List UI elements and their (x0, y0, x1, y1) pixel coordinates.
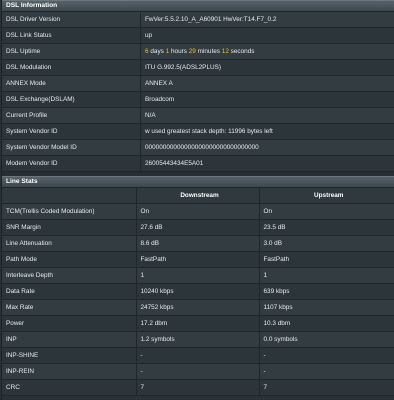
uptime-minutes-unit: minutes (195, 48, 222, 55)
table-row: CRC 7 7 (2, 379, 394, 396)
row-label: DSL Uptime (2, 43, 141, 60)
row-label: System Vendor Model ID (2, 139, 141, 156)
downstream-value: 7 (135, 379, 259, 396)
table-row: System Vendor Model ID 000000000000000000… (2, 139, 394, 156)
table-row: DSL Uptime 6 days 1 hours 29 minutes 12 s… (2, 43, 394, 60)
row-label: SNR Margin (2, 219, 136, 236)
upstream-value: 23.5 dB (258, 219, 394, 236)
upstream-value: On (258, 203, 394, 220)
row-value: up (140, 27, 394, 44)
dsl-information-table: DSL Driver Version FwVer:5.5.2.10_A_A6090… (2, 12, 394, 172)
row-label: INP (2, 331, 136, 348)
downstream-value: - (135, 347, 259, 364)
upstream-value: - (258, 363, 394, 380)
row-label: System Vendor ID (2, 123, 141, 140)
uptime-days-unit: days (148, 48, 166, 55)
table-header-row: Downstream Upstream (2, 188, 394, 204)
row-value: FwVer:5.5.2.10_A_A60901 HwVer:T14.F7_0.2 (140, 12, 394, 28)
downstream-value: 1.2 symbols (135, 331, 259, 348)
row-label: Power (2, 315, 136, 332)
upstream-value: 10.3 dbm (258, 315, 394, 332)
table-row: DSL Modulation ITU G.992.5(ADSL2PLUS) (2, 59, 394, 76)
row-label: DSL Modulation (2, 59, 141, 76)
upstream-value: 0.0 symbols (258, 331, 394, 348)
upstream-value: 1107 kbps (258, 299, 394, 316)
row-label: ANNEX Mode (2, 75, 141, 92)
row-value: 00000000000000000000000000000000 (140, 139, 394, 156)
uptime-seconds-unit: seconds (228, 48, 255, 55)
line-stats-table: Downstream Upstream TCM(Trellis Coded Mo… (2, 188, 394, 396)
table-row: SNR Margin 27.6 dB 23.5 dB (2, 219, 394, 236)
table-row: INP 1.2 symbols 0.0 symbols (2, 331, 394, 348)
table-row: INP-SHINE - - (2, 347, 394, 364)
upstream-value: 1 (258, 267, 394, 284)
table-row: Modem Vendor ID 26005443434E5A01 (2, 155, 394, 172)
row-value: 26005443434E5A01 (140, 155, 394, 172)
downstream-value: 17.2 dbm (135, 315, 259, 332)
upstream-value: 3.0 dB (258, 235, 394, 252)
table-row: ANNEX Mode ANNEX A (2, 75, 394, 92)
row-value: ITU G.992.5(ADSL2PLUS) (140, 59, 394, 76)
row-label: CRC (2, 379, 136, 396)
table-row: DSL Exchange(DSLAM) Broadcom (2, 91, 394, 108)
dsl-log-panel: DSL Information DSL Driver Version FwVer:… (1, 0, 394, 400)
downstream-value: 1 (135, 267, 259, 284)
row-label: INP-SHINE (2, 347, 136, 364)
row-value: w used greatest stack depth: 11996 bytes… (140, 123, 394, 140)
row-label: Interleave Depth (2, 267, 136, 284)
row-value: N/A (140, 107, 394, 124)
table-row: Current Profile N/A (2, 107, 394, 124)
row-label: Line Attenuation (2, 235, 136, 252)
table-row: System Vendor ID w used greatest stack de… (2, 123, 394, 140)
table-row: DSL Link Status up (2, 27, 394, 44)
downstream-value: - (135, 363, 259, 380)
upstream-value: FastPath (258, 251, 394, 268)
table-row: TCM(Trellis Coded Modulation) On On (2, 203, 394, 220)
table-row: Path Mode FastPath FastPath (2, 251, 394, 268)
uptime-seconds: 12 (221, 48, 229, 55)
downstream-value: 8.6 dB (135, 235, 259, 252)
row-label: Data Rate (2, 283, 136, 300)
upstream-column-header: Upstream (258, 188, 394, 204)
row-label: DSL Link Status (2, 27, 141, 44)
row-value: Broadcom (140, 91, 394, 108)
row-label: Max Rate (2, 299, 136, 316)
dsl-information-header: DSL Information (2, 0, 394, 12)
table-row: Max Rate 24752 kbps 1107 kbps (2, 299, 394, 316)
table-row: Line Attenuation 8.6 dB 3.0 dB (2, 235, 394, 252)
uptime-minutes: 29 (188, 48, 196, 55)
uptime-hours-unit: hours (169, 48, 189, 55)
row-label: Path Mode (2, 251, 136, 268)
table-row: DSL Driver Version FwVer:5.5.2.10_A_A6090… (2, 12, 394, 28)
table-row: Power 17.2 dbm 10.3 dbm (2, 315, 394, 332)
downstream-value: 27.6 dB (135, 219, 259, 236)
downstream-value: FastPath (135, 251, 259, 268)
empty-header-cell (2, 188, 136, 204)
downstream-column-header: Downstream (135, 188, 259, 204)
row-label: DSL Driver Version (2, 12, 141, 28)
upstream-value: 7 (258, 379, 394, 396)
row-label: INP-REIN (2, 363, 136, 380)
table-row: Data Rate 10240 kbps 639 kbps (2, 283, 394, 300)
downstream-value: 24752 kbps (135, 299, 259, 316)
row-label: Current Profile (2, 107, 141, 124)
table-row: Interleave Depth 1 1 (2, 267, 394, 284)
row-label: Modem Vendor ID (2, 155, 141, 172)
downstream-value: On (135, 203, 259, 220)
row-label: TCM(Trellis Coded Modulation) (2, 203, 136, 220)
line-stats-header: Line Stats (2, 176, 394, 188)
downstream-value: 10240 kbps (135, 283, 259, 300)
uptime-value: 6 days 1 hours 29 minutes 12 seconds (140, 43, 394, 60)
table-row: INP-REIN - - (2, 363, 394, 380)
row-value: ANNEX A (140, 75, 394, 92)
upstream-value: 639 kbps (258, 283, 394, 300)
row-label: DSL Exchange(DSLAM) (2, 91, 141, 108)
upstream-value: - (258, 347, 394, 364)
